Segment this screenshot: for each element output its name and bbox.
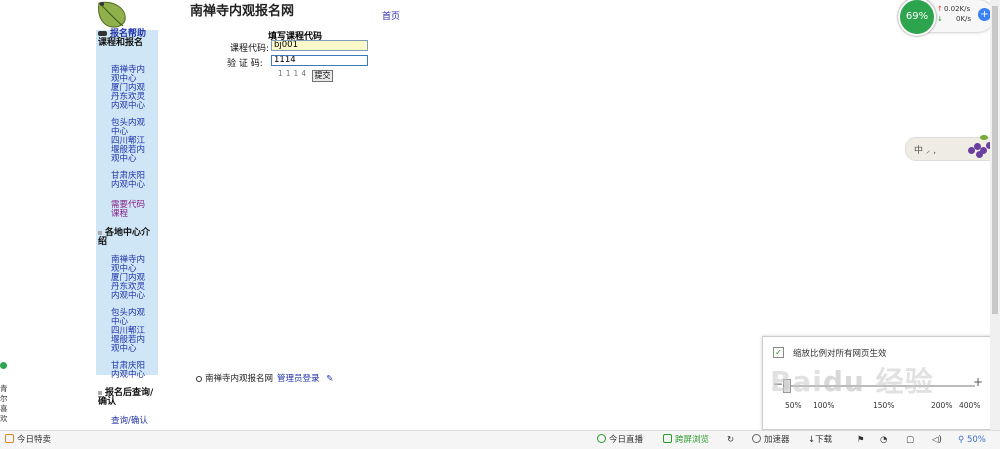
sidebar-course-link[interactable]: 四川郫江堰般若内观中心 [111,137,153,164]
zoom-tick-label[interactable]: 200% [931,401,952,410]
home-link[interactable]: 首页 [382,9,400,22]
zoom-tick-label[interactable]: 150% [873,401,894,410]
sidebar-query-link[interactable]: 查询/确认 [111,417,153,426]
network-speed-widget[interactable]: 69% ↑ 0.02K/s ↓ 0K/s + [898,0,994,36]
zoom-all-label: 缩放比例对所有网页生效 [793,349,887,359]
today-special-button[interactable]: 今日特卖 [5,434,51,446]
upload-arrow-icon: ↑ [937,5,943,13]
vertical-scrollbar[interactable] [990,0,1000,431]
zoom-tick-label[interactable]: 50% [785,401,802,410]
site-title: 南禅寺内观报名网 [190,4,295,19]
input-method-bar[interactable]: 中 ⸝ , [905,135,999,161]
sidebar-center-link[interactable]: 甘肃庆阳内观中心 [111,362,153,380]
today-live-button[interactable]: 今日直播 [597,434,643,446]
captcha-label: 验 证 码: [227,59,263,69]
sidebar-courses-title: 课程和报名 [98,38,144,48]
window-icon[interactable]: ▢ [906,434,914,446]
bullet-icon [98,230,102,235]
course-code-input[interactable] [271,40,368,51]
left-edge-text[interactable]: 青尔喜欢 [0,384,8,424]
download-button[interactable]: ↓下载 [808,434,832,446]
sidebar-query-title: 报名后查询/确认 [98,388,154,407]
memory-percent-badge[interactable]: 69% [898,0,936,36]
sidebar-center-link[interactable]: 南禅寺内观中心 [111,256,153,274]
zoom-in-icon[interactable]: + [973,375,983,389]
sidebar-course-link[interactable]: 包头内观中心 [111,119,153,137]
bullet-icon [196,375,202,382]
sidebar-centers-title: 各地中心介绍 [98,228,151,247]
magnifier-icon: ⚲ [958,435,967,445]
sidebar-center-link[interactable]: 包头内观中心 [111,309,153,327]
sidebar: 报名帮助 课程和报名 南禅寺内观中心 厦门内观 丹东欢灵内观中心 包头内观中心 … [96,30,158,379]
submit-button[interactable]: 提交 [312,70,333,82]
site-logo [98,1,126,28]
cross-screen-button[interactable]: 跨屏浏览 [663,434,709,446]
help-icon [98,31,107,36]
gift-icon [5,434,14,443]
upload-speed: 0.02K/s [944,5,971,13]
ime-status[interactable]: 中 ⸝ , [914,143,936,156]
play-icon [597,434,606,443]
status-bar: 今日特卖 今日直播 跨屏浏览 ↻ 加速器 ↓下载 ⚑ ◔ ▢ ◁) ⚲ 50% [0,430,1000,449]
footer-text: 南禅寺内观报名网 [205,374,274,384]
download-speed: 0K/s [956,15,972,23]
zoom-tick-label[interactable]: 400% [959,401,980,410]
flag-icon[interactable]: ⚑ [857,434,865,446]
accelerator-button[interactable]: 加速器 [752,434,790,446]
page-footer: 南禅寺内观报名网 管理员登录 ✎ [196,372,333,384]
sidebar-course-link[interactable]: 南禅寺内观中心 [111,66,153,84]
status-dot-icon [0,362,7,369]
refresh-icon[interactable]: ↻ [727,434,734,446]
gauge-icon [752,434,761,443]
volume-icon[interactable]: ◁) [932,434,942,446]
admin-login-link[interactable]: 管理员登录 [277,374,320,384]
zoom-all-checkbox[interactable]: ✓ [773,347,784,358]
sidebar-course-link[interactable]: 甘肃庆阳内观中心 [111,172,153,190]
sidebar-center-link[interactable]: 四川郫江堰般若内观中心 [111,327,153,354]
speedometer-icon[interactable]: ◔ [880,434,887,446]
zoom-level-button[interactable]: ⚲ 50% [958,434,986,446]
download-arrow-icon: ↓ [937,15,943,23]
baidu-watermark: Baidu 经验 [770,365,934,398]
scrollbar-thumb[interactable] [992,6,998,314]
course-code-label: 课程代码: [230,44,270,54]
captcha-input[interactable] [271,55,368,66]
sidebar-course-link[interactable]: 丹东欢灵内观中心 [111,93,153,111]
pencil-icon: ✎ [326,374,334,384]
sidebar-center-link[interactable]: 丹东欢灵内观中心 [111,283,153,301]
zoom-tick-label[interactable]: 100% [813,401,834,410]
bullet-icon [98,390,102,395]
phone-icon [663,434,672,443]
captcha-image: 1114 [278,69,310,78]
sidebar-code-course-link[interactable]: 需要代码课程 [111,201,153,219]
